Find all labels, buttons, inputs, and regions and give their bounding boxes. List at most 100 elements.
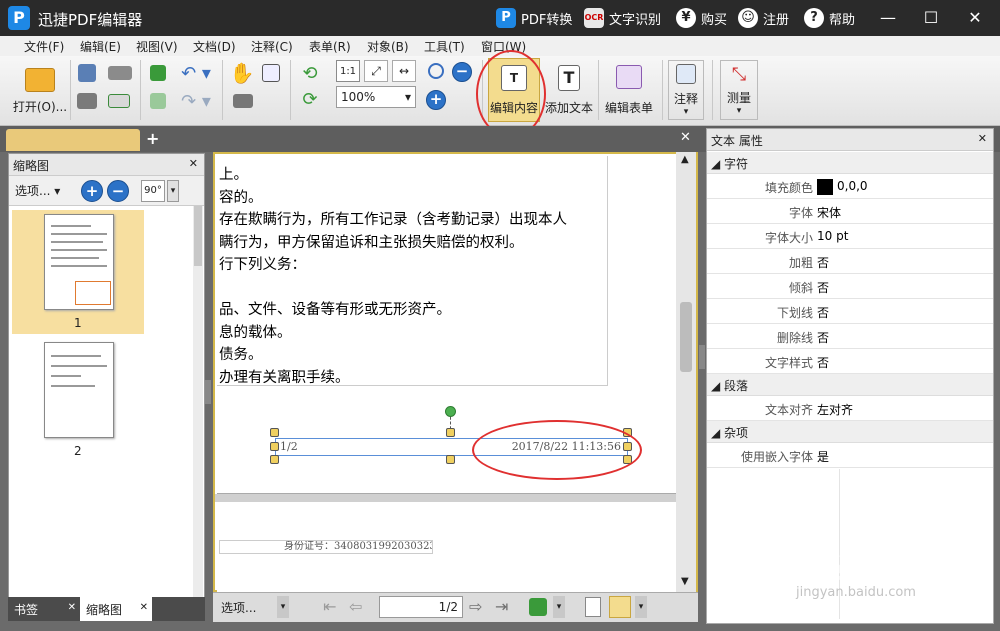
section-paragraph[interactable]: ◢ 段落 — [707, 374, 993, 396]
prop-value[interactable]: 0,0,0 — [837, 179, 868, 193]
redo-button[interactable]: ↷ ▾ — [176, 90, 216, 112]
thumbnail-page-2[interactable]: 2 — [12, 338, 144, 462]
close-icon[interactable]: ✕ — [140, 602, 148, 613]
first-page-button[interactable]: ⇤ — [323, 597, 336, 616]
thumbnail-page-1[interactable]: 1 — [12, 210, 144, 334]
scroll-down-icon[interactable]: ▼ — [681, 576, 689, 587]
prop-underline[interactable]: 下划线 否 — [707, 299, 993, 324]
pdf-convert-button[interactable]: P PDF转换 — [496, 8, 572, 28]
nav-options-dropdown[interactable]: 选项... — [221, 599, 256, 616]
rotate-thumb-button[interactable]: 90° — [141, 180, 165, 202]
close-panel-button[interactable]: ✕ — [189, 157, 198, 170]
bookmarks-tab[interactable]: 书签 ✕ — [10, 599, 80, 619]
menu-form[interactable]: 表单(R) — [309, 38, 351, 55]
prop-value[interactable]: 否 — [817, 354, 829, 371]
menu-object[interactable]: 对象(B) — [367, 38, 409, 55]
email-button[interactable] — [104, 90, 134, 112]
document-tab[interactable] — [6, 129, 140, 151]
rotate-dropdown[interactable]: ▾ — [167, 180, 179, 202]
thumbnails-tab[interactable]: 缩略图 ✕ — [80, 597, 152, 621]
rotate-cw-button[interactable]: ⟳ — [298, 88, 322, 110]
history-dropdown[interactable]: ▾ — [553, 596, 565, 618]
last-page-button[interactable]: ⇥ — [495, 597, 508, 616]
prop-value[interactable]: 否 — [817, 329, 829, 346]
menu-comment[interactable]: 注释(C) — [251, 38, 293, 55]
minimize-button[interactable]: — — [875, 6, 901, 30]
rotate-ccw-button[interactable]: ⟲ — [298, 62, 322, 84]
hand-tool-button[interactable]: ✋ — [228, 60, 256, 86]
document-vertical-scrollbar[interactable]: ▲ ▼ — [676, 152, 696, 592]
menu-document[interactable]: 文档(D) — [193, 38, 236, 55]
new-tab-button[interactable]: + — [146, 129, 159, 148]
thumb-scrollbar[interactable] — [193, 206, 203, 616]
prop-value[interactable]: 否 — [817, 254, 829, 271]
next-page-button[interactable]: ⇨ — [469, 597, 482, 616]
print-button[interactable] — [76, 90, 98, 112]
scroll-up-icon[interactable]: ▲ — [681, 154, 689, 165]
thumb-zoom-in-button[interactable]: + — [81, 180, 103, 202]
prop-value[interactable]: 否 — [817, 279, 829, 296]
snapshot-button[interactable] — [230, 90, 256, 112]
fit-width-button[interactable]: ↔ — [392, 60, 416, 82]
fit-page-button[interactable]: ⤢ — [364, 60, 388, 82]
single-page-button[interactable] — [585, 597, 601, 617]
close-icon[interactable]: ✕ — [68, 602, 76, 613]
prev-page-button[interactable]: ⇦ — [349, 597, 362, 616]
menu-view[interactable]: 视图(V) — [136, 38, 178, 55]
continuous-page-button[interactable] — [609, 596, 631, 618]
edit-form-button[interactable]: 编辑表单 — [602, 58, 656, 122]
zoom-select[interactable]: 100% ▾ — [336, 86, 416, 108]
color-swatch[interactable] — [817, 179, 833, 195]
prop-bold[interactable]: 加粗 否 — [707, 249, 993, 274]
measure-button[interactable]: ⤡ 测量 ▾ — [720, 60, 758, 120]
resize-handle[interactable] — [446, 455, 455, 464]
register-button[interactable]: ☺ 注册 — [738, 8, 789, 28]
prop-text-align[interactable]: 文本对齐 左对齐 — [707, 396, 993, 421]
zoom-out-button[interactable]: − — [452, 62, 472, 82]
prop-embed-font[interactable]: 使用嵌入字体 是 — [707, 443, 993, 468]
prop-value[interactable]: 宋体 — [817, 204, 841, 221]
select-text-button[interactable] — [258, 60, 284, 86]
zoom-in-tool-button[interactable] — [424, 60, 448, 82]
resize-handle[interactable] — [270, 455, 279, 464]
close-window-button[interactable]: ✕ — [962, 6, 988, 30]
resize-handle[interactable] — [270, 442, 279, 451]
save-button[interactable] — [76, 62, 98, 84]
section-misc[interactable]: ◢ 杂项 — [707, 421, 993, 443]
add-text-button[interactable]: T 添加文本 — [543, 58, 595, 122]
menu-tools[interactable]: 工具(T) — [424, 38, 465, 55]
resize-handle[interactable] — [446, 428, 455, 437]
layout-dropdown[interactable]: ▾ — [635, 596, 647, 618]
scan-button[interactable] — [104, 62, 136, 84]
header-page-number[interactable]: 1/2 — [280, 440, 298, 453]
buy-button[interactable]: ¥ 购买 — [676, 8, 727, 28]
document-view[interactable]: 上。 容的。 存在欺瞒行为，所有工作记录（含考勤记录）出现本人 瞒行为，甲方保留… — [213, 152, 698, 592]
go-back-button[interactable] — [529, 598, 547, 616]
prop-fill-color[interactable]: 填充颜色 0,0,0 — [707, 174, 993, 199]
page-number-input[interactable]: 1/2 — [379, 596, 463, 618]
panel-collapse-handle[interactable] — [205, 380, 211, 404]
prop-value[interactable]: 否 — [817, 304, 829, 321]
thumb-scrollbar-thumb[interactable] — [194, 206, 202, 266]
close-tab-button[interactable]: ✕ — [680, 130, 691, 145]
zoom-in-button[interactable]: + — [426, 90, 446, 110]
thumb-options-dropdown[interactable]: 选项... ▾ — [15, 182, 60, 199]
maximize-button[interactable]: ☐ — [918, 6, 944, 30]
close-panel-button[interactable]: ✕ — [978, 132, 987, 145]
section-character[interactable]: ◢ 字符 — [707, 152, 993, 174]
prop-text-style[interactable]: 文字样式 否 — [707, 349, 993, 374]
export-button[interactable] — [146, 90, 170, 112]
annotate-button[interactable]: 注释 ▾ — [668, 60, 704, 120]
scrollbar-thumb[interactable] — [680, 302, 692, 372]
rotate-handle[interactable] — [445, 406, 456, 417]
menu-edit[interactable]: 编辑(E) — [80, 38, 121, 55]
undo-button[interactable]: ↶ ▾ — [176, 62, 216, 84]
nav-options-chevron[interactable]: ▾ — [277, 596, 289, 618]
menu-file[interactable]: 文件(F) — [24, 38, 64, 55]
ocr-button[interactable]: OCR 文字识别 — [584, 8, 661, 28]
prop-value[interactable]: 左对齐 — [817, 401, 853, 418]
prop-font[interactable]: 字体 宋体 — [707, 199, 993, 224]
resize-handle[interactable] — [270, 428, 279, 437]
prop-font-size[interactable]: 字体大小 10 pt — [707, 224, 993, 249]
import-button[interactable] — [146, 62, 170, 84]
